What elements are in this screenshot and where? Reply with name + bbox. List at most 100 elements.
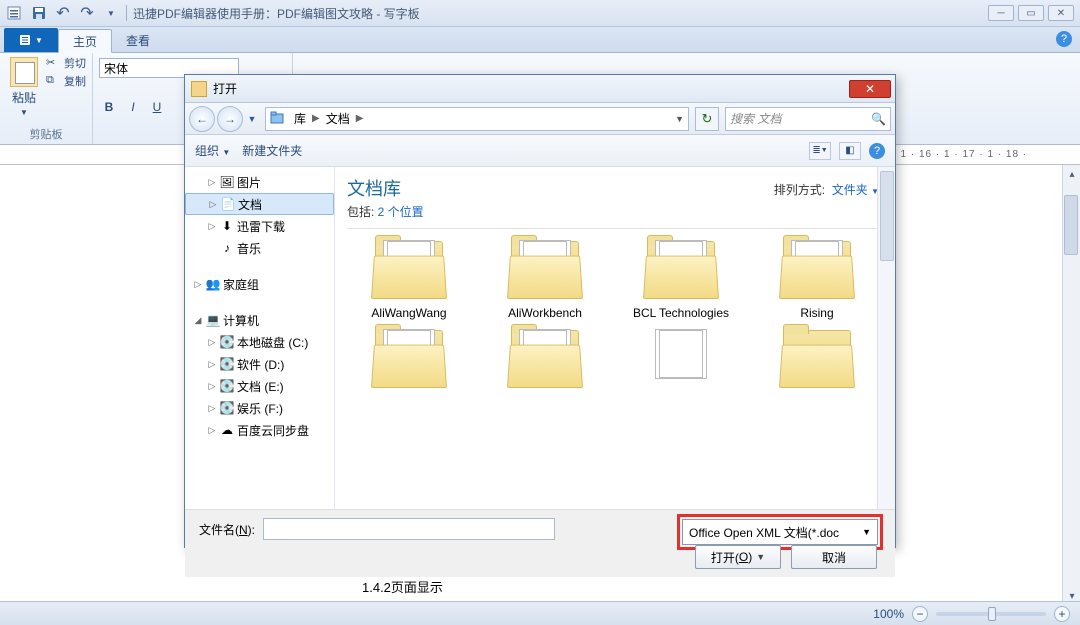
drive-icon: 💽 (220, 401, 234, 415)
tree-homegroup[interactable]: ▷👥家庭组 (185, 273, 334, 295)
folder-item[interactable]: Rising (755, 235, 879, 320)
view-mode-button[interactable]: ≣ ▼ (809, 142, 831, 160)
tab-view[interactable]: 查看 (112, 28, 164, 52)
zoom-out-button[interactable]: − (912, 606, 928, 622)
minimize-button[interactable]: ─ (988, 5, 1014, 21)
locations-link[interactable]: 2 个位置 (378, 205, 424, 219)
cut-button[interactable]: ✂剪切 (46, 55, 86, 71)
undo-icon[interactable]: ↶ (54, 4, 72, 22)
filename-label: 文件名(N): (199, 521, 255, 538)
zoom-level: 100% (873, 607, 904, 621)
paste-button[interactable]: 粘贴 ▼ (6, 55, 42, 119)
drive-icon: 💽 (220, 357, 234, 371)
folder-item[interactable] (483, 324, 607, 395)
tree-documents[interactable]: ▷📄文档 (185, 193, 334, 215)
breadcrumb[interactable]: 库 ▶ 文档 ▶ ▼ (265, 107, 689, 131)
bold-button[interactable]: B (99, 97, 119, 117)
clipboard-group-label: 剪贴板 (6, 126, 86, 142)
status-bar: 100% − + (0, 601, 1080, 625)
folder-label: AliWorkbench (508, 306, 582, 320)
filename-input[interactable] (263, 518, 555, 540)
tab-home[interactable]: 主页 (58, 29, 112, 53)
download-icon: ⬇ (220, 219, 234, 233)
clipboard-group: 粘贴 ▼ ✂剪切 ⧉复制 剪贴板 (0, 53, 93, 144)
folder-label: AliWangWang (371, 306, 446, 320)
dialog-close-button[interactable]: ✕ (849, 80, 891, 98)
underline-button[interactable]: U (147, 97, 167, 117)
scroll-thumb[interactable] (880, 171, 894, 261)
folder-item[interactable]: AliWorkbench (483, 235, 607, 320)
cloud-icon: ☁ (220, 423, 234, 437)
breadcrumb-dropdown-icon[interactable]: ▼ (675, 114, 684, 124)
history-dropdown-icon[interactable]: ▼ (245, 109, 259, 129)
drive-icon: 💽 (220, 335, 234, 349)
filetype-combo[interactable]: Office Open XML 文档(*.doc ▼ (682, 519, 878, 545)
file-view-scrollbar[interactable] (877, 167, 895, 509)
dialog-toolbar: 组织 ▼ 新建文件夹 ≣ ▼ ◧ ? (185, 135, 895, 167)
zoom-in-button[interactable]: + (1054, 606, 1070, 622)
preview-pane-button[interactable]: ◧ (839, 142, 861, 160)
tree-xunlei[interactable]: ▷⬇迅雷下载 (185, 215, 334, 237)
folder-item[interactable] (347, 324, 471, 395)
tree-computer[interactable]: ◢💻计算机 (185, 309, 334, 331)
library-icon (270, 111, 286, 127)
chevron-right-icon: ▶ (354, 113, 366, 124)
folder-label: BCL Technologies (633, 306, 729, 320)
zoom-slider-thumb[interactable] (988, 607, 996, 621)
organize-menu[interactable]: 组织 ▼ (195, 142, 230, 159)
folder-item[interactable] (619, 324, 743, 395)
refresh-button[interactable]: ↻ (695, 107, 719, 131)
tree-baidu[interactable]: ▷☁百度云同步盘 (185, 419, 334, 441)
folder-open-icon (191, 81, 207, 97)
close-button[interactable]: ✕ (1048, 5, 1074, 21)
vertical-scrollbar[interactable]: ▴ ▾ (1062, 165, 1080, 605)
picture-icon: 🖼 (220, 175, 234, 189)
paste-label: 粘贴 (12, 89, 36, 106)
dialog-footer: 文件名(N): Office Open XML 文档(*.doc ▼ 打开(O)… (185, 509, 895, 577)
tree-drive-d[interactable]: ▷💽软件 (D:) (185, 353, 334, 375)
back-button[interactable]: ← (189, 106, 215, 132)
italic-button[interactable]: I (123, 97, 143, 117)
dialog-title: 打开 (213, 80, 237, 97)
quick-access-toolbar: ↶ ↷ ▼ (30, 4, 120, 22)
cancel-button[interactable]: 取消 (791, 545, 877, 569)
system-menu-icon[interactable] (4, 3, 24, 23)
open-button[interactable]: 打开(O)▼ (695, 545, 781, 569)
dialog-help-icon[interactable]: ? (869, 143, 885, 159)
tree-drive-c[interactable]: ▷💽本地磁盘 (C:) (185, 331, 334, 353)
folder-item[interactable]: AliWangWang (347, 235, 471, 320)
nav-tree: ▷🖼图片 ▷📄文档 ▷⬇迅雷下载 ♪音乐 ▷👥家庭组 ◢💻计算机 ▷💽本地磁盘 … (185, 167, 335, 509)
open-dialog: 打开 ✕ ← → ▼ 库 ▶ 文档 ▶ ▼ ↻ 搜索 文档 🔍 组织 ▼ 新建文… (184, 74, 896, 548)
tree-pictures[interactable]: ▷🖼图片 (185, 171, 334, 193)
help-icon[interactable]: ? (1056, 31, 1072, 47)
computer-icon: 💻 (206, 313, 220, 327)
forward-button[interactable]: → (217, 106, 243, 132)
dialog-nav-bar: ← → ▼ 库 ▶ 文档 ▶ ▼ ↻ 搜索 文档 🔍 (185, 103, 895, 135)
search-icon: 🔍 (871, 112, 886, 126)
scroll-thumb[interactable] (1064, 195, 1078, 255)
tree-music[interactable]: ♪音乐 (185, 237, 334, 259)
tree-drive-f[interactable]: ▷💽娱乐 (F:) (185, 397, 334, 419)
folder-item[interactable] (755, 324, 879, 395)
dialog-title-bar[interactable]: 打开 ✕ (185, 75, 895, 103)
new-folder-button[interactable]: 新建文件夹 (242, 142, 302, 159)
doc-line: 1.4.2页面显示 (362, 577, 443, 596)
sort-value-link[interactable]: 文件夹 ▼ (832, 183, 879, 197)
chevron-down-icon: ▼ (756, 552, 765, 562)
save-icon[interactable] (30, 4, 48, 22)
maximize-button[interactable]: ▭ (1018, 5, 1044, 21)
tree-drive-e[interactable]: ▷💽文档 (E:) (185, 375, 334, 397)
zoom-slider[interactable] (936, 612, 1046, 616)
copy-button[interactable]: ⧉复制 (46, 73, 86, 89)
chevron-down-icon: ▼ (862, 527, 871, 537)
search-input[interactable]: 搜索 文档 🔍 (725, 107, 891, 131)
scroll-up-icon[interactable]: ▴ (1063, 165, 1080, 183)
copy-icon: ⧉ (46, 74, 60, 88)
redo-icon[interactable]: ↷ (78, 4, 96, 22)
homegroup-icon: 👥 (206, 277, 220, 291)
file-tab[interactable]: ▼ (4, 28, 58, 52)
chevron-right-icon: ▶ (310, 113, 322, 124)
folder-item[interactable]: BCL Technologies (619, 235, 743, 320)
qat-dropdown-icon[interactable]: ▼ (102, 4, 120, 22)
music-icon: ♪ (220, 241, 234, 255)
